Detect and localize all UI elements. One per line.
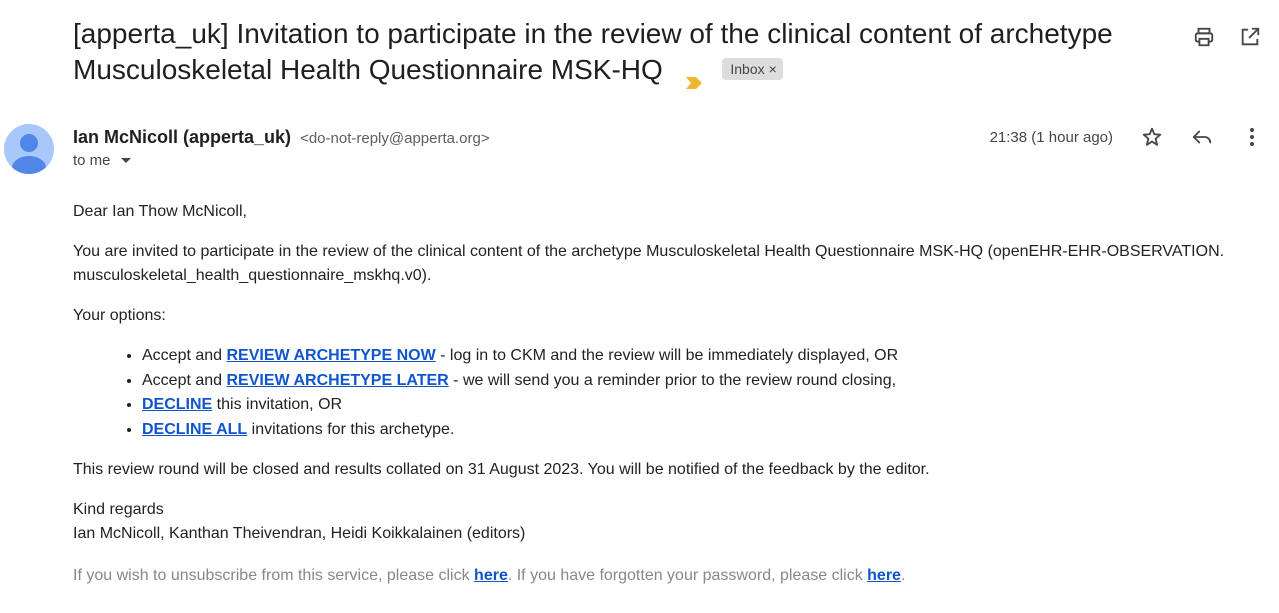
more-options-icon[interactable] [1239,124,1265,150]
list-item: Accept and REVIEW ARCHETYPE LATER - we w… [142,369,1233,394]
footer-text: If you wish to unsubscribe from this ser… [73,567,475,584]
review-now-link[interactable]: REVIEW ARCHETYPE NOW [227,347,436,364]
option-prefix: Accept and [142,371,227,389]
importance-marker-icon[interactable] [685,63,703,89]
sender-name[interactable]: Ian McNicoll (apperta_uk) [73,127,291,147]
inbox-label-chip[interactable]: Inbox × [722,57,783,80]
reply-icon[interactable] [1189,124,1215,150]
option-suffix: - log in to CKM and the review will be i… [435,347,899,364]
message-meta: 21:38 (1 hour ago) [990,124,1265,150]
footer-note: If you wish to unsubscribe from this ser… [73,564,1233,588]
options-list: Accept and REVIEW ARCHETYPE NOW - log in… [73,344,1233,442]
decline-link[interactable]: DECLINE [142,396,212,413]
footer-text: . [900,567,906,584]
star-icon[interactable] [1139,124,1165,150]
email-view: [apperta_uk] Invitation to participate i… [0,0,1279,613]
to-label: to me [73,152,111,169]
closing-note: This review round will be closed and res… [73,461,930,478]
signature-block: Kind regards Ian McNicoll, Kanthan Theiv… [73,498,1233,546]
print-icon[interactable] [1191,24,1217,50]
label-text: Inbox [730,60,765,77]
intro-paragraph: You are invited to participate in the re… [73,243,1225,284]
review-later-link[interactable]: REVIEW ARCHETYPE LATER [227,372,449,389]
option-suffix: invitations for this archetype. [247,420,455,438]
forgot-password-link[interactable]: here [867,567,901,584]
unsubscribe-link[interactable]: here [474,567,508,584]
option-suffix: - we will send you a reminder prior to t… [448,371,897,389]
list-item: DECLINE ALL invitations for this archety… [142,418,1233,443]
recipient-details-toggle[interactable]: to me [73,152,131,169]
list-item: Accept and REVIEW ARCHETYPE NOW - log in… [142,344,1233,369]
message-time: 21:38 (1 hour ago) [989,128,1113,146]
subject-text: [apperta_uk] Invitation to participate i… [73,18,1113,85]
list-item: DECLINE this invitation, OR [142,393,1233,418]
greeting: Dear Ian Thow McNicoll, [73,203,247,220]
message-body: Dear Ian Thow McNicoll, You are invited … [73,200,1233,588]
option-prefix: Accept and [142,347,227,364]
chevron-down-icon [120,158,131,163]
thread-actions [1191,24,1263,50]
decline-all-link[interactable]: DECLINE ALL [142,421,247,438]
footer-text: . If you have forgotten your password, p… [507,567,868,584]
email-subject: [apperta_uk] Invitation to participate i… [73,16,1173,89]
avatar[interactable] [4,124,54,174]
sender-line: Ian McNicoll (apperta_uk) <do-not-reply@… [73,126,490,150]
open-in-new-icon[interactable] [1237,24,1263,50]
regards: Kind regards [73,501,164,518]
signature: Ian McNicoll, Kanthan Theivendran, Heidi… [73,525,526,542]
options-heading: Your options: [73,307,166,324]
option-suffix: this invitation, OR [212,396,343,413]
remove-label-icon[interactable]: × [769,61,777,77]
sender-email: <do-not-reply@apperta.org> [300,130,490,147]
